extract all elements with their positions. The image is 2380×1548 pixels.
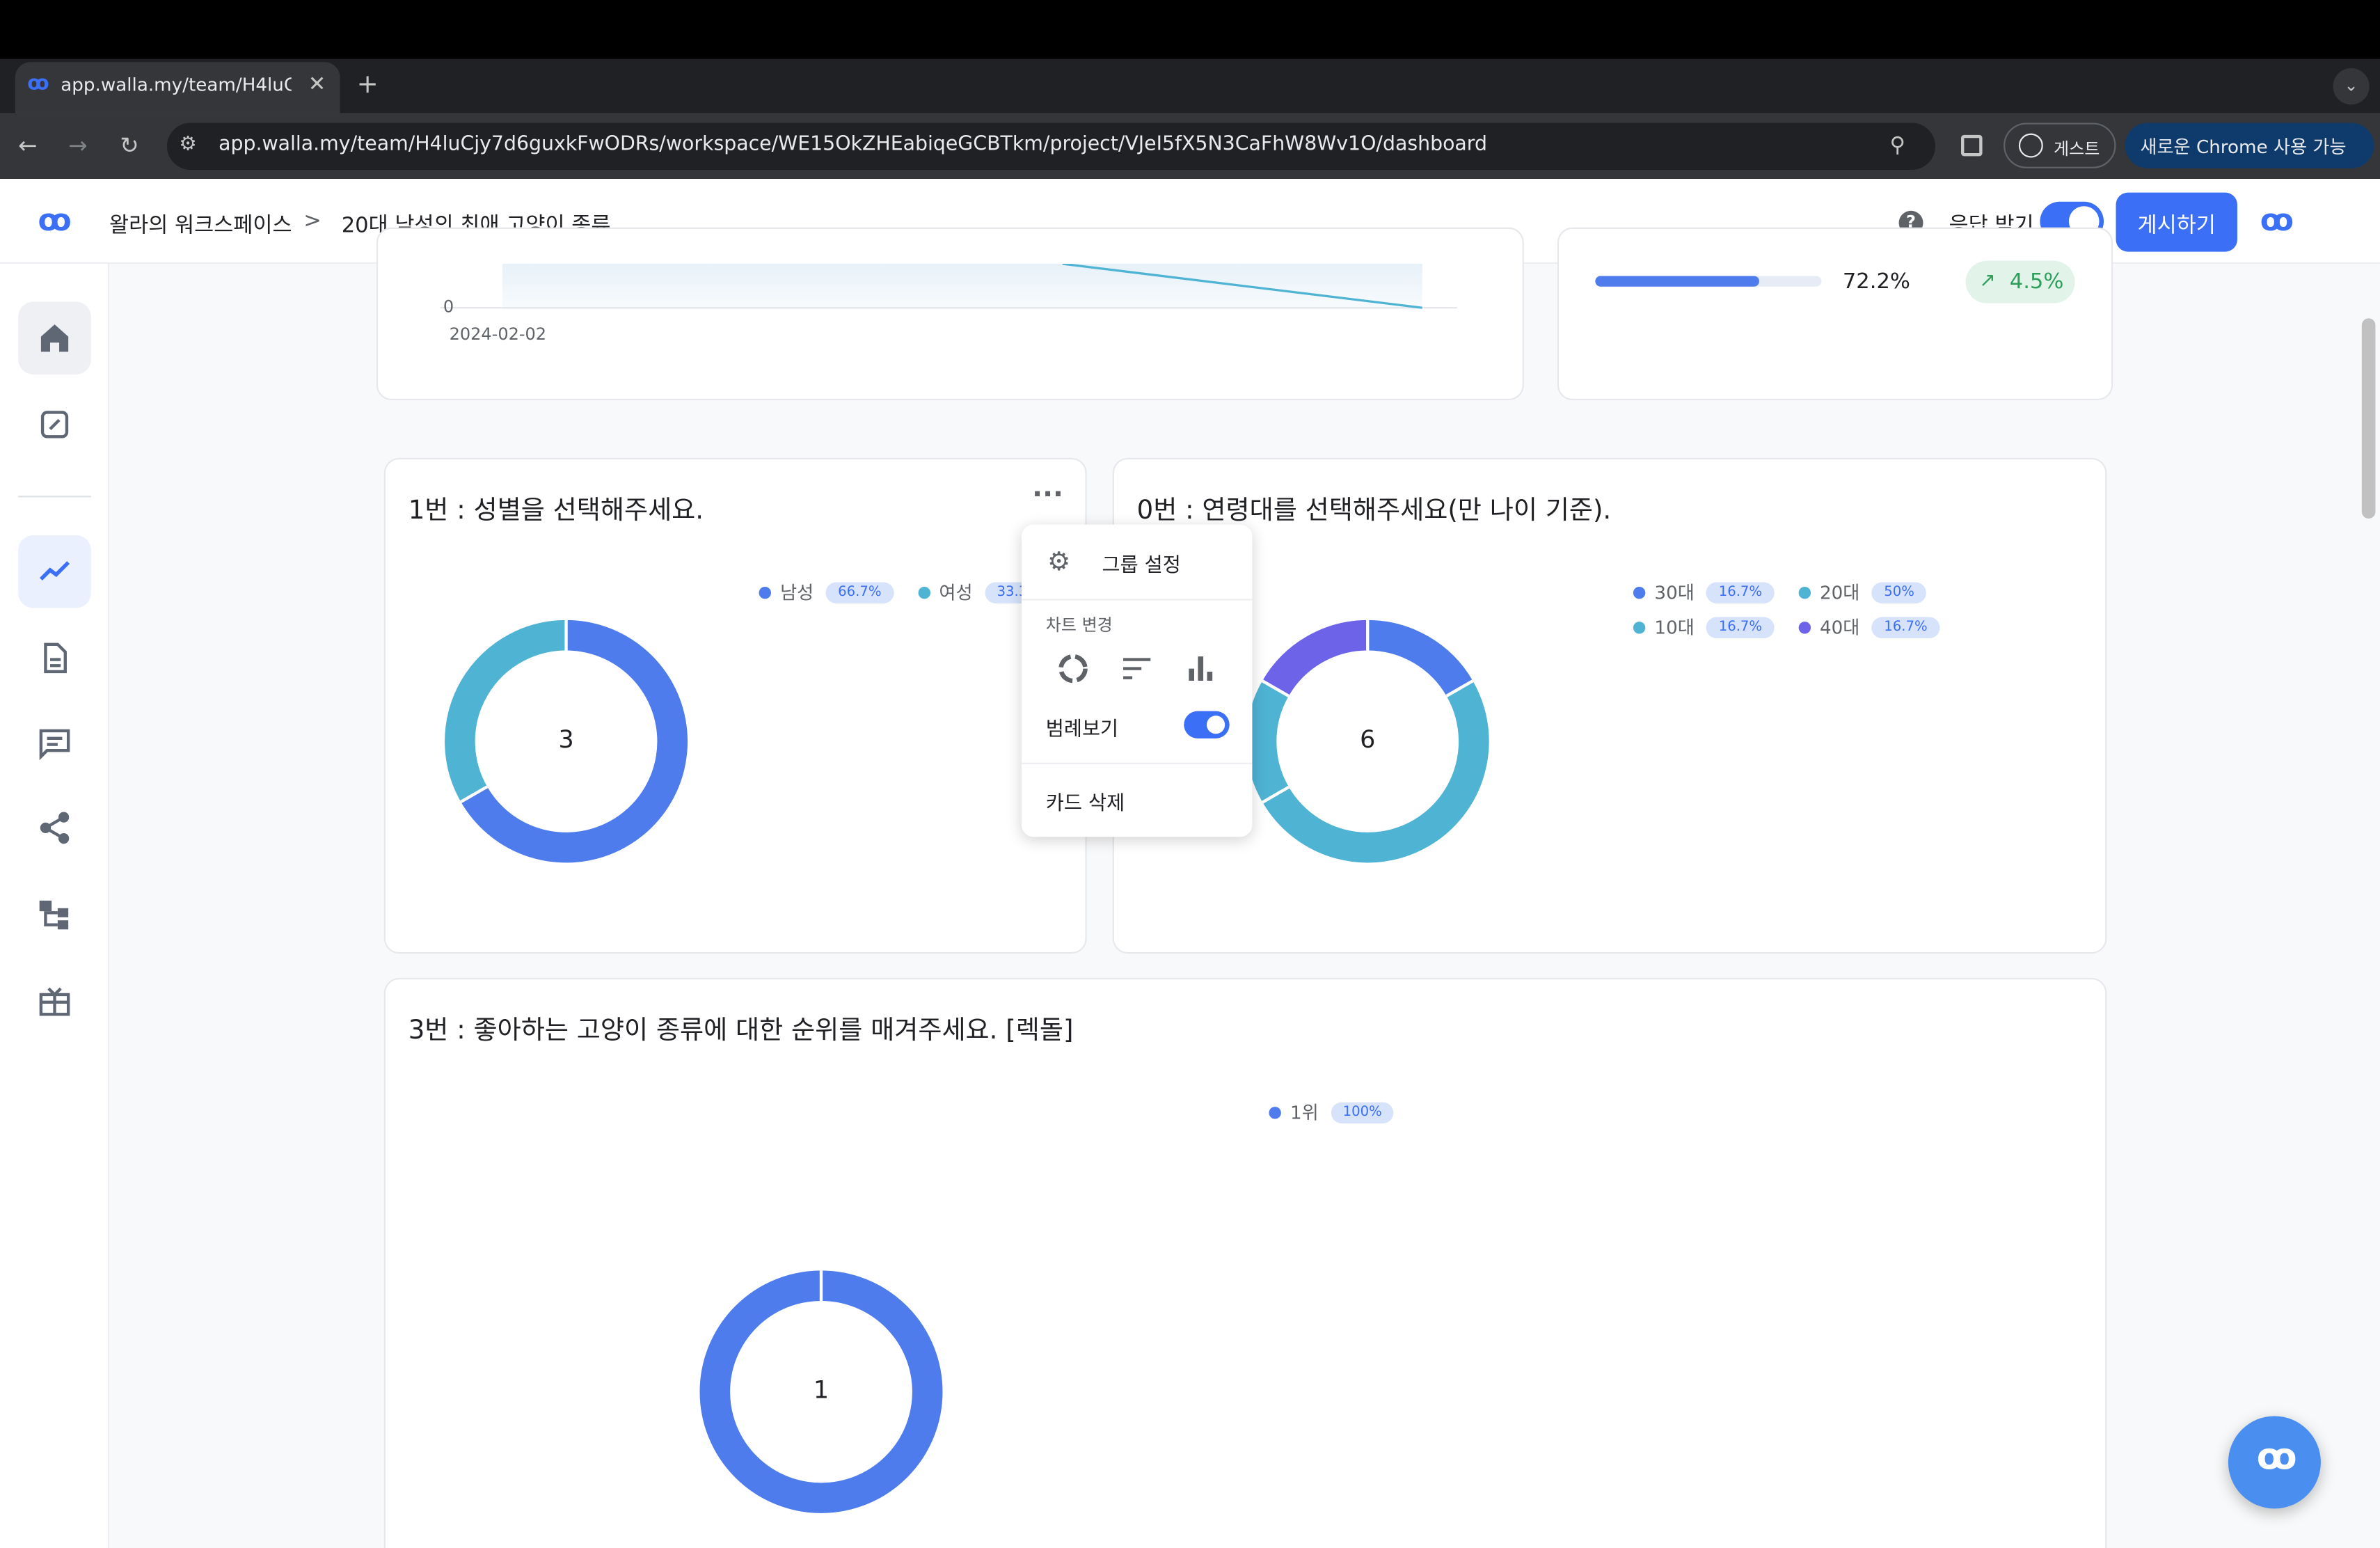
ranking-total: 1: [813, 1375, 830, 1405]
menu-group-settings[interactable]: 그룹 설정: [1102, 549, 1180, 578]
analytics-icon[interactable]: [18, 535, 91, 608]
more-options-icon[interactable]: ···: [1032, 479, 1063, 511]
home-icon[interactable]: [18, 301, 91, 375]
age-legend: 30대 16.7% 20대 50% 10대 16.7% 40대 16.7%: [1633, 579, 2088, 640]
legend-item[interactable]: 10대 16.7%: [1633, 614, 1775, 640]
legend-item[interactable]: 40대 16.7%: [1798, 614, 1940, 640]
donut-slice-여성[interactable]: [445, 619, 566, 802]
site-info-icon[interactable]: ⚙: [179, 134, 196, 157]
flow-icon[interactable]: [18, 878, 91, 951]
gender-legend: 남성 66.7% 여성 33.3%: [759, 579, 1053, 605]
menu-divider: [1021, 762, 1253, 764]
chrome-update-button[interactable]: 새로운 Chrome 사용 가능: [2125, 123, 2374, 168]
tab-title: app.walla.my/team/H4luCjy7d: [61, 74, 292, 96]
donut-slice-30대[interactable]: [1367, 619, 1473, 697]
stat-progress-track: [1595, 276, 1822, 287]
settings-icon: ⚙: [1047, 547, 1071, 578]
reload-icon[interactable]: ↻: [120, 132, 138, 159]
publish-button[interactable]: 게시하기: [2116, 192, 2237, 252]
menu-show-legend: 범례보기: [1045, 718, 1119, 742]
document-icon[interactable]: [18, 622, 91, 695]
breadcrumb-workspace[interactable]: 왈라의 워크스페이스: [109, 210, 292, 240]
menu-divider: [1021, 599, 1253, 601]
legend-item[interactable]: 30대 16.7%: [1633, 579, 1775, 605]
ranking-legend: 1위 100%: [1269, 1099, 1395, 1125]
page-scrollbar[interactable]: [2361, 318, 2376, 519]
sidebar-divider: [18, 496, 91, 498]
bar-horizontal-icon[interactable]: [1118, 650, 1155, 686]
trend-x-tick: 2024-02-02: [449, 324, 547, 345]
gender-total: 3: [558, 725, 574, 754]
forward-icon[interactable]: →: [68, 132, 87, 159]
profile-icon: [2018, 133, 2043, 158]
menu-delete-card[interactable]: 카드 삭제: [1046, 787, 1125, 816]
tab-search-icon[interactable]: ⌄: [2333, 68, 2370, 105]
user-avatar-icon[interactable]: ꝏ: [2260, 202, 2294, 238]
legend-item[interactable]: 20대 50%: [1798, 579, 1927, 605]
age-card-title: 0번 : 연령대를 선택해주세요(만 나이 기준).: [1136, 496, 1612, 526]
share-icon[interactable]: [18, 791, 91, 864]
comments-icon[interactable]: [18, 706, 91, 780]
side-panel-icon[interactable]: [1961, 134, 1983, 157]
ranking-card: [383, 977, 2107, 1548]
ranking-card-title: 3번 : 좋아하는 고양이 종류에 대한 순위를 매겨주세요. [렉돌]: [408, 1016, 1074, 1046]
trend-line-chart: [440, 264, 1457, 309]
donut-slice-40대[interactable]: [1262, 619, 1368, 697]
walla-logo-icon[interactable]: ꝏ: [38, 202, 72, 238]
legend-item[interactable]: 1위 100%: [1269, 1099, 1395, 1125]
zoom-icon[interactable]: ⚲: [1889, 134, 1905, 158]
walla-help-fab-icon[interactable]: ꝏ: [2228, 1416, 2321, 1509]
edit-icon[interactable]: [18, 388, 91, 461]
age-total: 6: [1360, 725, 1376, 754]
url-text[interactable]: app.walla.my/team/H4luCjy7d6guxkFwODRs/w…: [219, 134, 1487, 157]
stat-change-value: 4.5%: [2009, 269, 2064, 294]
legend-item[interactable]: 남성 66.7%: [759, 579, 894, 605]
donut-slice-20대[interactable]: [1262, 681, 1489, 863]
menu-change-chart-label: 차트 변경: [1045, 615, 1113, 635]
arrow-up-right-icon: ↗: [1979, 269, 1996, 293]
tab-close-icon[interactable]: ✕: [308, 73, 326, 97]
breadcrumb-separator-icon: >: [303, 209, 322, 234]
tab-favicon-icon: ꝏ: [27, 72, 49, 96]
gender-card-title: 1번 : 성별을 선택해주세요.: [408, 496, 704, 526]
donut-chart-icon[interactable]: [1055, 650, 1091, 686]
stat-progress-fill: [1595, 276, 1759, 287]
bar-chart-icon[interactable]: [1182, 650, 1219, 686]
stat-card: [1557, 227, 2113, 401]
legend-toggle[interactable]: [1184, 711, 1230, 739]
trend-y-tick: 0: [443, 297, 454, 317]
screen-top-bar: [0, 0, 2380, 59]
gift-icon[interactable]: [18, 964, 91, 1037]
new-tab-icon[interactable]: +: [357, 70, 379, 100]
stat-percent: 72.2%: [1842, 269, 1910, 294]
back-icon[interactable]: ←: [18, 132, 37, 159]
